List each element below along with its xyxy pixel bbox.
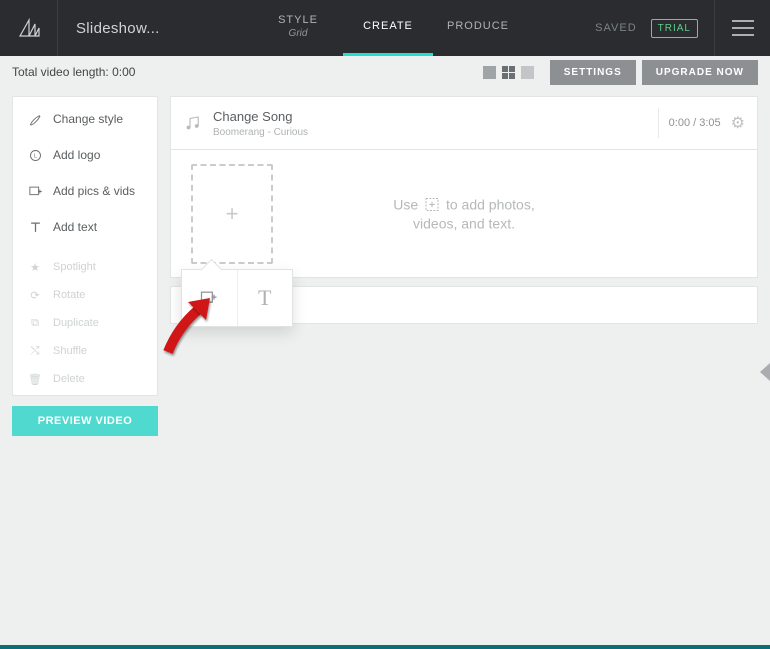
popover-add-text-button[interactable]: T [237, 270, 293, 326]
brush-icon [27, 111, 43, 127]
add-slot-inline-icon [424, 196, 440, 215]
logo-icon: L [27, 147, 43, 163]
sidebar-item-label: Rotate [53, 289, 85, 301]
sidebar-add-logo[interactable]: L Add logo [13, 137, 157, 173]
duplicate-icon: ⧉ [27, 315, 43, 331]
dropzone-hint: Use to add photos, videos, and text. [304, 196, 624, 231]
total-length-label: Total video length: 0:00 [12, 65, 135, 79]
sidebar-item-label: Shuffle [53, 345, 87, 357]
sidebar-item-label: Spotlight [53, 261, 96, 273]
text-icon: T [258, 285, 271, 311]
sidebar-item-label: Delete [53, 373, 85, 385]
view-single-icon[interactable] [521, 66, 534, 79]
top-right: SAVED TRIAL [595, 0, 770, 56]
view-large-grid-icon[interactable] [502, 66, 515, 79]
sidebar-item-label: Add logo [53, 148, 100, 162]
sidebar-item-label: Change style [53, 112, 123, 126]
sidebar-item-label: Add text [53, 220, 97, 234]
top-bar: Slideshow... STYLE Grid CREATE PRODUCE S… [0, 0, 770, 56]
music-icon [185, 115, 201, 131]
footer-bar [0, 645, 770, 649]
song-info: Change Song Boomerang - Curious [213, 109, 308, 138]
annotation-arrow [158, 292, 218, 367]
nav-produce-label: PRODUCE [433, 20, 523, 32]
fan-icon [17, 16, 41, 40]
rotate-icon: ⟳ [27, 287, 43, 303]
sidebar-item-label: Duplicate [53, 317, 99, 329]
add-slot[interactable]: + [191, 164, 273, 264]
change-song-label: Change Song [213, 109, 308, 124]
text-icon [27, 219, 43, 235]
tools-sidebar: Change style L Add logo Add pics & vids … [12, 96, 158, 396]
app-logo[interactable] [0, 0, 58, 56]
view-modes [483, 66, 534, 79]
sidebar-change-style[interactable]: Change style [13, 101, 157, 137]
song-track: Boomerang - Curious [213, 127, 308, 138]
plus-icon: + [226, 201, 239, 227]
media-add-icon [27, 183, 43, 199]
nav-create-label: CREATE [343, 20, 433, 32]
sidebar-item-label: Add pics & vids [53, 184, 135, 198]
sidebar-spotlight: ★ Spotlight [13, 253, 157, 281]
upgrade-button[interactable]: UPGRADE NOW [642, 60, 758, 85]
star-icon: ★ [27, 259, 43, 275]
saved-indicator: SAVED [595, 22, 636, 34]
song-settings-icon[interactable]: ⚙ [731, 113, 745, 133]
sidebar-add-media[interactable]: Add pics & vids [13, 173, 157, 209]
nav-produce[interactable]: PRODUCE [433, 0, 523, 56]
right-drawer-handle[interactable] [758, 363, 770, 381]
nav-create[interactable]: CREATE [343, 0, 433, 56]
sidebar-rotate: ⟳ Rotate [13, 281, 157, 309]
shuffle-icon: ⤭ [27, 343, 43, 359]
preview-video-button[interactable]: PREVIEW VIDEO [12, 406, 158, 436]
media-dropzone: + Use to add photos, videos, and text. [170, 150, 758, 278]
project-title[interactable]: Slideshow... [58, 0, 173, 56]
hamburger-icon [732, 20, 754, 36]
main-area: Change style L Add logo Add pics & vids … [0, 88, 770, 649]
sidebar-shuffle: ⤭ Shuffle [13, 337, 157, 365]
view-small-grid-icon[interactable] [483, 66, 496, 79]
trash-icon: 🗑 [27, 371, 43, 387]
sidebar-duplicate: ⧉ Duplicate [13, 309, 157, 337]
settings-button[interactable]: SETTINGS [550, 60, 636, 85]
nav-style[interactable]: STYLE Grid [253, 0, 343, 56]
menu-button[interactable] [714, 0, 770, 56]
song-bar[interactable]: Change Song Boomerang - Curious 0:00 / 3… [170, 96, 758, 150]
main-nav: STYLE Grid CREATE PRODUCE [253, 0, 523, 56]
song-right: 0:00 / 3:05 ⚙ [658, 97, 745, 149]
svg-text:L: L [33, 153, 36, 159]
nav-style-label: STYLE [253, 14, 343, 26]
song-time: 0:00 / 3:05 [669, 117, 721, 129]
sidebar-add-text[interactable]: Add text [13, 209, 157, 245]
sidebar-delete: 🗑 Delete [13, 365, 157, 393]
content-panel: Change Song Boomerang - Curious 0:00 / 3… [170, 96, 758, 649]
nav-style-sub: Grid [253, 28, 343, 39]
sub-bar: Total video length: 0:00 SETTINGS UPGRAD… [0, 56, 770, 88]
trial-badge[interactable]: TRIAL [651, 19, 698, 38]
